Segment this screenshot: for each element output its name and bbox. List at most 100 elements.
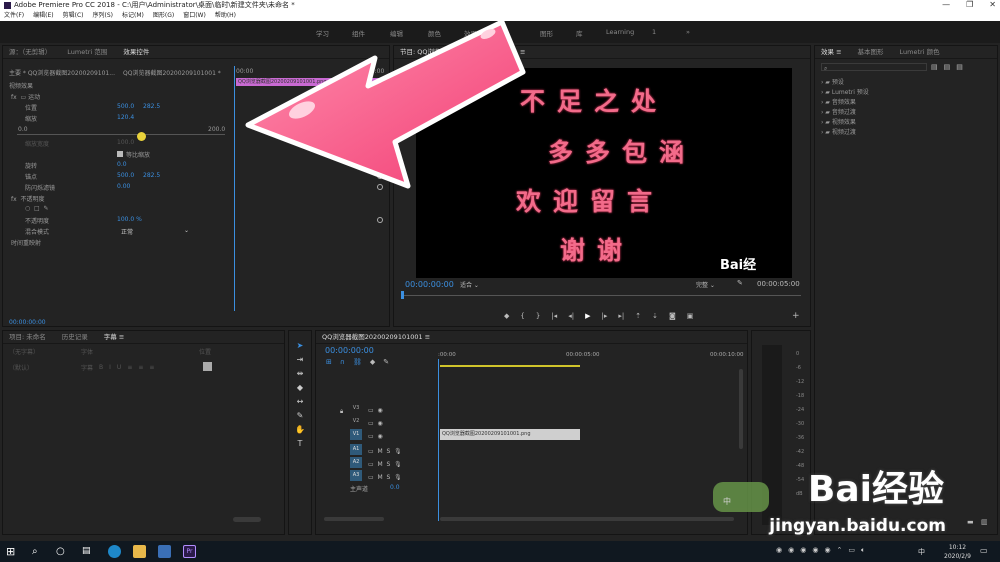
search-icon[interactable]: ⌕ (32, 545, 45, 558)
scale-slider-handle[interactable] (137, 132, 146, 141)
program-monitor-title[interactable]: 节目: QQ浏览器截图20200209101001 ≡ (400, 46, 525, 58)
minimize-button[interactable]: — (942, 0, 950, 11)
track-target-a1[interactable]: A1 (350, 444, 362, 455)
track-target-a3[interactable]: A3 (350, 470, 362, 481)
tray-app-icon-3[interactable]: ◉ (800, 546, 806, 555)
workspace-editing[interactable]: 编辑 (390, 28, 403, 38)
scale-slider[interactable] (17, 134, 225, 135)
quality-dropdown[interactable]: 完整 ⌄ (696, 280, 715, 289)
mask-tools[interactable]: ○ □ ✎ (25, 205, 49, 212)
timeline-v-scroll[interactable] (739, 369, 743, 449)
type-tool-icon[interactable]: T (295, 439, 305, 449)
audio-track-a2-controls[interactable]: ▭ M S 🎙︎ (368, 458, 418, 471)
caption-scroll[interactable] (233, 517, 261, 522)
volume-icon[interactable]: 🔈︎ (861, 546, 865, 555)
track-target-v2[interactable]: V2 (350, 416, 362, 427)
anchor-y[interactable]: 282.5 (143, 172, 160, 179)
tab-source[interactable]: 源：（无剪辑） (9, 46, 51, 58)
rotation-value[interactable]: 0.0 (117, 161, 127, 168)
ec-playhead[interactable] (234, 66, 235, 311)
maximize-button[interactable]: ❐ (966, 0, 973, 11)
fx-motion-row[interactable]: fx ▭ 运动 (11, 92, 40, 101)
effects-search-input[interactable]: ⌕ (821, 63, 927, 72)
workspace-learning[interactable]: Learning (606, 28, 634, 36)
menu-window[interactable]: 窗口(W) (183, 11, 206, 21)
effects-item-video-transitions[interactable]: › ▰ 视频过渡 (821, 127, 856, 136)
play-button[interactable]: ▶ (585, 312, 590, 322)
effects-item-video-effects[interactable]: › ▰ 视频效果 (821, 117, 856, 126)
edge-browser-icon[interactable] (108, 545, 121, 558)
tray-app-icon[interactable]: ◉ (776, 546, 782, 555)
position-y[interactable]: 282.5 (143, 103, 160, 110)
timeline-timecode[interactable]: 00:00:00:00 (325, 346, 374, 355)
clock[interactable]: 10:12 2020/2/9 (944, 543, 971, 561)
zoom-fit-dropdown[interactable]: 适合 ⌄ (460, 280, 479, 289)
audio-track-a1-controls[interactable]: ▭ M S 🎙︎ (368, 445, 418, 458)
razor-tool-icon[interactable]: ◆ (295, 383, 305, 393)
selection-tool-icon[interactable]: ➤ (295, 341, 305, 351)
accelerated-effects-icon[interactable]: ▤ (931, 63, 938, 71)
reset-rotation-icon[interactable] (377, 162, 383, 168)
antiflicker-value[interactable]: 0.00 (117, 183, 130, 190)
tab-effects[interactable]: 效果 ≡ (821, 46, 842, 58)
snap-icon[interactable]: ∩ (340, 358, 345, 366)
menu-help[interactable]: 帮助(H) (215, 11, 236, 21)
blend-mode-dropdown[interactable]: 正常 ⌄ (121, 227, 189, 236)
reset-motion-icon[interactable] (377, 93, 383, 99)
tab-captions[interactable]: 字幕 ≡ (104, 331, 125, 343)
program-timecode[interactable]: 00:00:00:00 (405, 280, 454, 289)
add-marker-timeline-icon[interactable]: ◆ (370, 358, 375, 366)
workspace-learn[interactable]: 学习 (316, 28, 329, 38)
caption-color-swatch[interactable] (203, 362, 212, 371)
pen-tool-icon[interactable]: ✎ (295, 411, 305, 421)
mark-out-icon[interactable]: } (536, 312, 540, 322)
hand-tool-icon[interactable]: ✋ (295, 425, 305, 435)
track-select-tool-icon[interactable]: ⇥ (295, 355, 305, 365)
program-scrub-bar[interactable] (401, 295, 801, 296)
timeline-h-scroll[interactable] (440, 517, 734, 521)
audio-track-a3-controls[interactable]: ▭ M S 🎙︎ (368, 471, 418, 484)
program-playhead[interactable] (401, 291, 404, 299)
work-area-bar[interactable] (440, 365, 580, 367)
step-forward-icon[interactable]: |▸ (601, 312, 607, 322)
align-center-icon[interactable]: ≡ (138, 364, 143, 371)
menu-marker[interactable]: 标记(M) (122, 11, 144, 21)
new-bin-icon[interactable]: ▬ (967, 518, 974, 526)
position-x[interactable]: 500.0 (117, 103, 134, 110)
clip-selector[interactable]: QQ浏览器截图20200209101001 * (123, 68, 221, 77)
reset-anchor-icon[interactable] (377, 173, 383, 179)
workspace-assembly[interactable]: 组件 (352, 28, 365, 38)
timeline-settings-icon[interactable]: ✎ (383, 358, 389, 366)
start-menu-icon[interactable]: ⊞ (6, 545, 19, 558)
track-target-a2[interactable]: A2 (350, 457, 362, 468)
effects-item-audio-transitions[interactable]: › ▰ 音频过渡 (821, 107, 856, 116)
reset-antiflicker-icon[interactable] (377, 184, 383, 190)
workspace-color[interactable]: 颜色 (428, 28, 441, 38)
step-back-icon[interactable]: ◂| (568, 312, 574, 322)
close-button[interactable]: ✕ (989, 0, 996, 11)
yuv-effects-icon[interactable]: ▤ (956, 63, 963, 71)
opacity-value[interactable]: 100.0 % (117, 216, 142, 223)
video-track-v1-controls[interactable]: ▭ ◉ (368, 430, 418, 443)
scale-value[interactable]: 120.4 (117, 114, 134, 121)
button-editor-icon[interactable]: + (792, 311, 800, 321)
align-left-icon[interactable]: ≡ (127, 364, 132, 371)
workspace-libraries[interactable]: 库 (576, 28, 583, 38)
linked-selection-icon[interactable]: ⛓ (353, 358, 362, 366)
menu-sequence[interactable]: 序列(S) (93, 11, 114, 21)
align-right-icon[interactable]: ≡ (149, 364, 154, 371)
cortana-icon[interactable]: ○ (56, 545, 69, 558)
fx-opacity-row[interactable]: fx 不透明度 (11, 194, 45, 203)
program-video-frame[interactable]: 不足之处 多多包涵 欢迎留言 谢谢 Bai经 (416, 68, 792, 278)
lift-icon[interactable]: ⇡ (635, 312, 641, 322)
caption-stream-dropdown[interactable]: （无字幕） (9, 347, 39, 356)
italic-icon[interactable]: I (109, 364, 111, 371)
underline-icon[interactable]: U (117, 364, 121, 371)
uniform-scale-checkbox[interactable] (117, 151, 123, 157)
network-icon[interactable]: ▭ (848, 546, 855, 555)
export-frame-icon[interactable]: ◙ (669, 312, 676, 322)
comparison-icon[interactable]: ▣ (687, 312, 694, 322)
slip-tool-icon[interactable]: ↔ (295, 397, 305, 407)
ime-indicator[interactable]: 中 (918, 547, 925, 557)
notifications-icon[interactable]: ▭ (980, 546, 988, 555)
